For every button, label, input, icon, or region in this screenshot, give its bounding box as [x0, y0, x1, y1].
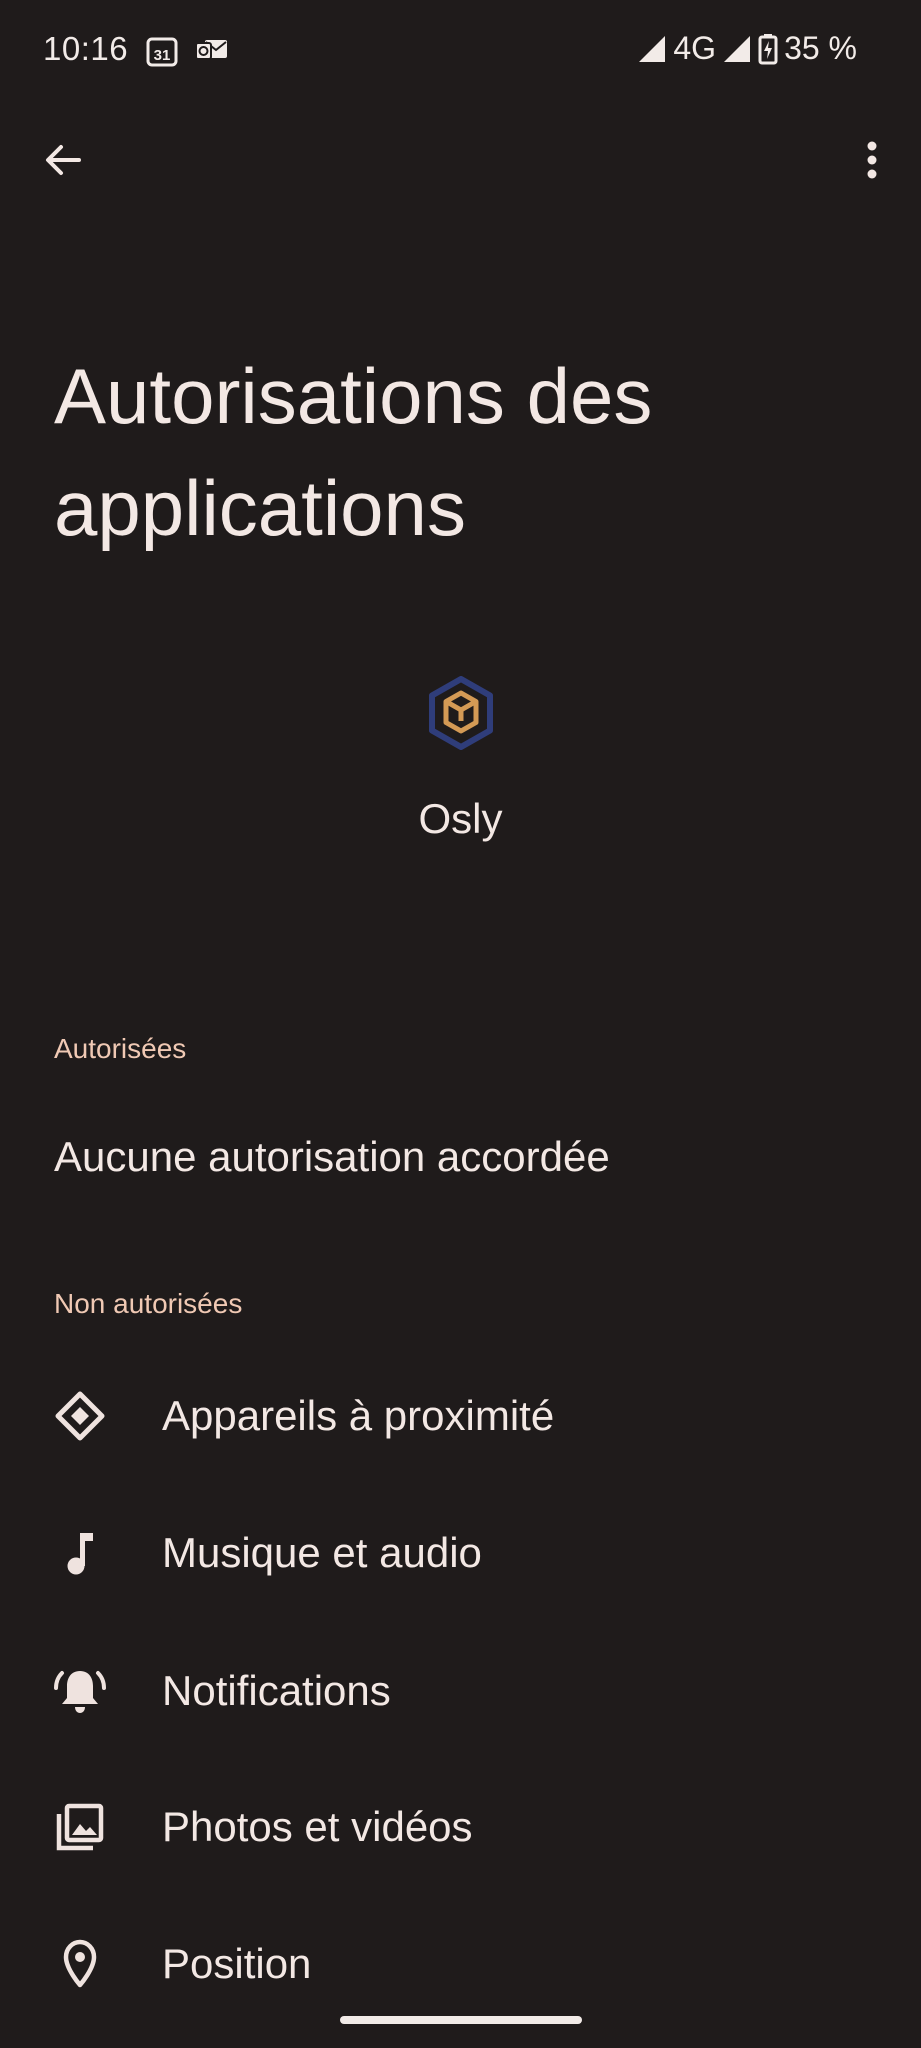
network-type: 4G — [673, 30, 717, 66]
permission-item-nearby-devices[interactable]: Appareils à proximité — [0, 1361, 921, 1471]
back-button[interactable] — [31, 130, 95, 194]
more-vert-icon — [866, 140, 878, 185]
gesture-nav-handle[interactable] — [340, 2016, 582, 2024]
status-right: 4G 35 % — [637, 30, 857, 67]
permission-label: Musique et audio — [162, 1529, 482, 1576]
location-pin-icon — [52, 1936, 108, 1992]
battery-percent: 35 % — [784, 30, 857, 66]
photos-icon — [52, 1799, 108, 1855]
more-options-button[interactable] — [840, 130, 904, 194]
calendar-day: 31 — [154, 47, 171, 64]
permission-label: Photos et vidéos — [162, 1803, 473, 1850]
outlook-icon — [195, 35, 229, 70]
status-time: 10:16 — [43, 30, 129, 67]
bell-icon — [52, 1663, 108, 1719]
section-header-allowed: Autorisées — [54, 1033, 187, 1064]
permission-item-notifications[interactable]: Notifications — [0, 1636, 921, 1746]
page-title: Autorisations des applications — [54, 352, 653, 552]
calendar-icon: 31 — [146, 35, 178, 72]
section-header-not-allowed: Non autorisées — [54, 1288, 243, 1319]
permission-item-photos-videos[interactable]: Photos et vidéos — [0, 1772, 921, 1882]
nearby-devices-icon — [52, 1388, 108, 1444]
permission-item-location[interactable]: Position — [0, 1909, 921, 2019]
music-note-icon — [52, 1525, 108, 1581]
signal-icon-2 — [722, 34, 752, 64]
arrow-back-icon — [43, 140, 83, 185]
app-name: Osly — [418, 795, 503, 842]
status-bar: 10:16 31 4G 35 % — [0, 0, 921, 104]
permission-item-music-audio[interactable]: Musique et audio — [0, 1498, 921, 1608]
signal-icon — [637, 34, 667, 64]
permission-label: Appareils à proximité — [162, 1392, 555, 1439]
permission-label: Notifications — [162, 1667, 391, 1714]
allowed-empty-text: Aucune autorisation accordée — [54, 1133, 610, 1180]
battery-charging-icon — [758, 33, 778, 65]
osly-hexagon-cube-icon — [428, 676, 494, 750]
permission-label: Position — [162, 1940, 312, 1987]
